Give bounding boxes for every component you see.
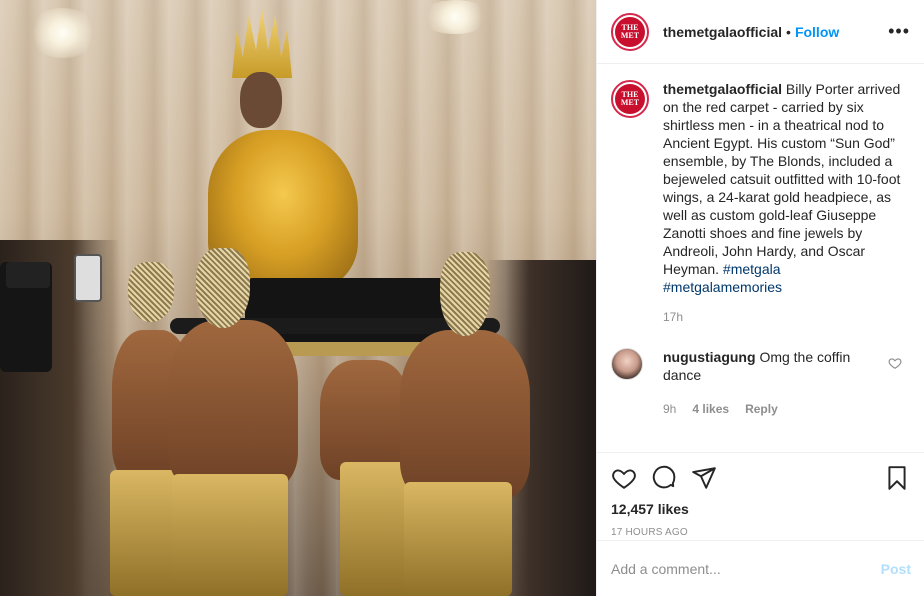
caption-avatar[interactable]: THE MET (611, 80, 649, 118)
heart-icon[interactable] (611, 465, 637, 491)
follow-button[interactable]: Follow (795, 24, 839, 40)
bearer-pants (404, 482, 512, 596)
logo-text-bottom: MET (620, 98, 640, 107)
bearer-pants (172, 474, 288, 596)
comments-section[interactable]: THE MET themetgalaofficial Billy Porter … (597, 64, 924, 452)
commenter-avatar[interactable] (611, 348, 643, 380)
caption-time[interactable]: 17h (663, 310, 910, 324)
met-logo: THE MET (615, 16, 645, 47)
separator-dot: • (786, 23, 791, 40)
comment-likes[interactable]: 4 likes (692, 400, 729, 418)
account-avatar[interactable]: THE MET (611, 12, 649, 51)
hashtag-link[interactable]: #metgalamemories (663, 279, 782, 295)
camera-lens (6, 262, 50, 288)
spectator-phone (74, 254, 102, 302)
bearer-torso (400, 330, 530, 500)
comment-content: nugustiagung Omg the coffin dance 9h 4 l… (663, 348, 883, 418)
stage-light (420, 0, 490, 34)
figure-head (240, 72, 282, 128)
comment-item: nugustiagung Omg the coffin dance 9h 4 l… (611, 348, 910, 418)
caption-username[interactable]: themetgalaofficial (663, 81, 782, 97)
more-options-icon[interactable]: ••• (888, 21, 910, 42)
share-icon[interactable] (691, 465, 717, 491)
action-icons (611, 463, 910, 493)
commenter-username[interactable]: nugustiagung (663, 349, 756, 365)
header-username[interactable]: themetgalaofficial (663, 24, 782, 40)
caption: THE MET themetgalaofficial Billy Porter … (611, 80, 910, 296)
post-header: THE MET themetgalaofficial • Follow ••• (597, 0, 924, 64)
comment-time[interactable]: 9h (663, 400, 676, 418)
caption-body: Billy Porter arrived on the red carpet -… (663, 81, 901, 277)
bearer-mask (128, 262, 174, 322)
bookmark-icon[interactable] (884, 465, 910, 491)
logo-text-bottom: MET (620, 30, 640, 40)
post-side-panel: THE MET themetgalaofficial • Follow ••• … (596, 0, 924, 596)
add-comment-bar: Post (597, 540, 924, 596)
post-photo[interactable] (0, 0, 596, 596)
reply-button[interactable]: Reply (745, 400, 778, 418)
caption-text: themetgalaofficial Billy Porter arrived … (663, 80, 903, 296)
bearer-pants (340, 462, 414, 596)
bearer-mask (196, 248, 250, 328)
comment-input[interactable] (611, 560, 881, 577)
comment-icon[interactable] (651, 465, 677, 491)
bearer-mask (440, 252, 490, 336)
post-timestamp[interactable]: 17 HOURS AGO (611, 527, 910, 538)
hashtag-link[interactable]: #metgala (723, 261, 781, 277)
met-logo: THE MET (615, 84, 645, 114)
post-button[interactable]: Post (881, 561, 911, 577)
like-count[interactable]: 12,457 likes (611, 501, 910, 517)
comment-heart-icon[interactable] (888, 356, 902, 370)
stage-light (28, 8, 98, 58)
bearer-torso (168, 320, 298, 490)
comment-meta: 9h 4 likes Reply (663, 400, 883, 418)
